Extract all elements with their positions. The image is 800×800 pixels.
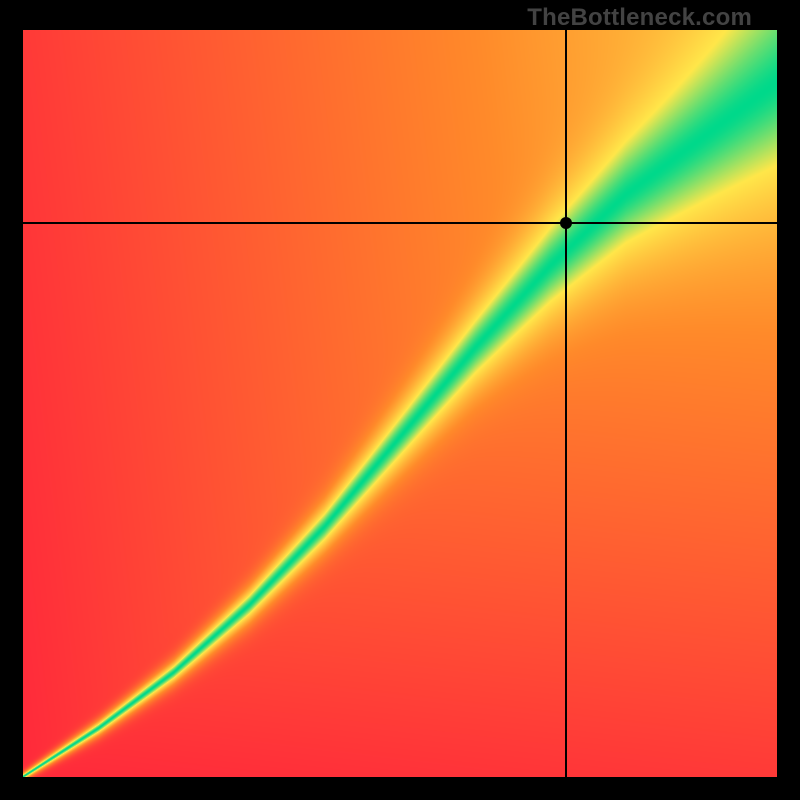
watermark-text: TheBottleneck.com [527, 4, 752, 32]
crosshair-horizontal [23, 222, 777, 224]
bottleneck-heatmap [23, 30, 777, 777]
crosshair-vertical [565, 30, 567, 777]
plot-area [23, 30, 777, 777]
chart-frame: TheBottleneck.com [0, 0, 800, 800]
selected-point-dot [560, 217, 572, 229]
